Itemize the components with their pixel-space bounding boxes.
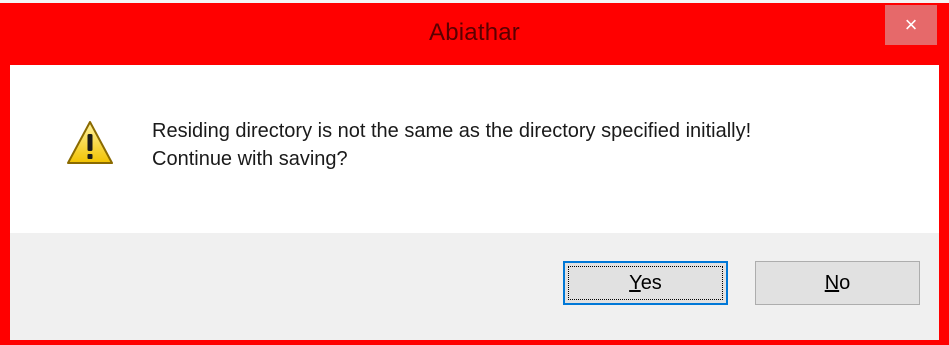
title-bar[interactable]: Abiathar × [0, 3, 949, 65]
no-button-label: No [824, 271, 851, 294]
yes-button[interactable]: Yes [563, 261, 728, 305]
focus-ring [568, 266, 723, 300]
message-area: Residing directory is not the same as th… [10, 65, 939, 233]
message-line-1: Residing directory is not the same as th… [152, 120, 752, 142]
close-icon: × [904, 12, 918, 37]
warning-icon [67, 121, 113, 164]
dialog-client-area: Residing directory is not the same as th… [10, 65, 939, 340]
no-button[interactable]: No [755, 261, 920, 305]
close-button[interactable]: × [885, 5, 937, 45]
message-line-2: Continue with saving? [152, 148, 348, 170]
dialog-title: Abiathar [429, 19, 520, 46]
dialog-window: Abiathar × Residing directory is not the… [0, 3, 949, 345]
button-bar: Yes No [10, 233, 939, 340]
message-text: Residing directory is not the same as th… [152, 117, 751, 173]
